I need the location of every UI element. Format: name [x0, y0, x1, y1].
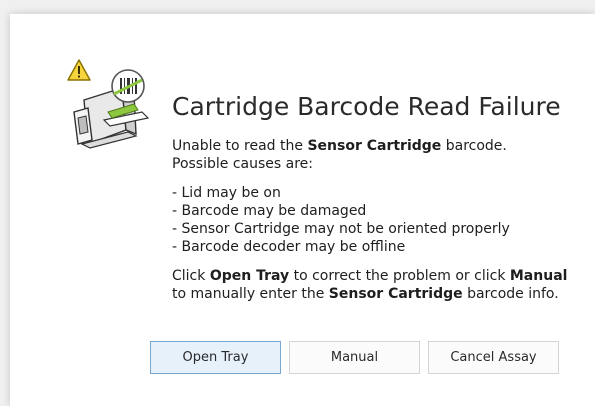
barcode-failure-dialog: Cartridge Barcode Read Failure Unable to…: [10, 14, 595, 406]
warning-icon: [67, 59, 91, 81]
message-line-2: Possible causes are:: [172, 156, 313, 172]
list-item: - Lid may be on: [172, 185, 281, 201]
manual-button[interactable]: Manual: [289, 341, 420, 374]
cancel-assay-button[interactable]: Cancel Assay: [428, 341, 559, 374]
open-tray-button[interactable]: Open Tray: [150, 341, 281, 374]
dialog-title: Cartridge Barcode Read Failure: [172, 92, 561, 121]
list-item: - Barcode may be damaged: [172, 203, 367, 219]
list-item: - Sensor Cartridge may not be oriented p…: [172, 221, 510, 237]
instructions-text: Click Open Tray to correct the problem o…: [172, 268, 568, 302]
message-line-1: Unable to read the Sensor Cartridge barc…: [172, 138, 507, 154]
barcode-scan-icon: [111, 69, 145, 103]
button-row: Open Tray Manual Cancel Assay: [150, 341, 560, 375]
dialog-message: Unable to read the Sensor Cartridge barc…: [172, 137, 582, 303]
causes-list: - Lid may be on - Barcode may be damaged…: [172, 184, 582, 256]
list-item: - Barcode decoder may be offline: [172, 239, 406, 255]
